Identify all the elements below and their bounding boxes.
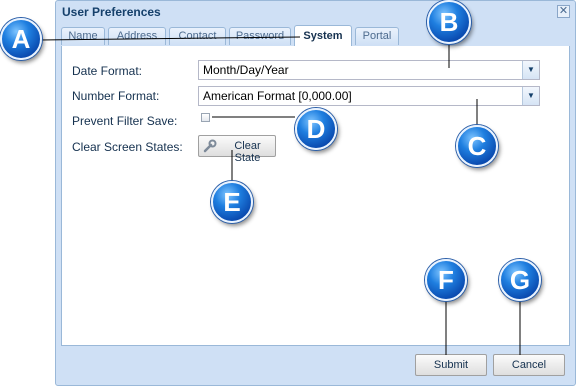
tab-address[interactable]: Address	[108, 27, 166, 45]
clear-state-button[interactable]: Clear State	[198, 135, 276, 164]
system-tab-panel: Date Format: Month/Day/Year ▼ Number For…	[61, 46, 570, 346]
tab-system[interactable]: System	[294, 25, 352, 47]
date-format-value: Month/Day/Year	[203, 63, 289, 77]
cancel-button[interactable]: Cancel	[493, 354, 565, 376]
number-format-label: Number Format:	[72, 89, 160, 103]
callout-e: E	[211, 181, 253, 223]
tab-name[interactable]: Name	[61, 27, 105, 45]
tab-contact[interactable]: Contact	[169, 27, 226, 45]
number-format-value: American Format [0,000.00]	[203, 89, 352, 103]
callout-d: D	[295, 108, 337, 150]
prevent-filter-save-checkbox[interactable]	[201, 113, 210, 122]
callout-c: C	[456, 125, 498, 167]
dialog-title: User Preferences	[62, 5, 161, 19]
user-preferences-dialog: User Preferences ✕ Name Address Contact …	[55, 0, 576, 386]
callout-a: A	[0, 18, 42, 60]
tab-portal[interactable]: Portal	[355, 27, 399, 45]
clear-state-label: Clear State	[234, 140, 261, 164]
tab-password[interactable]: Password	[229, 27, 291, 45]
chevron-down-icon[interactable]: ▼	[522, 61, 539, 79]
clear-screen-states-label: Clear Screen States:	[72, 140, 183, 154]
date-format-label: Date Format:	[72, 64, 143, 78]
callout-b: B	[427, 0, 471, 44]
callout-g: G	[499, 259, 541, 301]
chevron-down-icon[interactable]: ▼	[522, 87, 539, 105]
tab-strip: Name Address Contact Password System Por…	[61, 25, 570, 47]
prevent-filter-save-label: Prevent Filter Save:	[72, 114, 178, 128]
close-icon[interactable]: ✕	[557, 5, 570, 18]
callout-f: F	[425, 259, 467, 301]
number-format-select[interactable]: American Format [0,000.00] ▼	[198, 86, 540, 106]
wrench-icon	[203, 139, 217, 153]
date-format-select[interactable]: Month/Day/Year ▼	[198, 60, 540, 80]
submit-button[interactable]: Submit	[415, 354, 487, 376]
